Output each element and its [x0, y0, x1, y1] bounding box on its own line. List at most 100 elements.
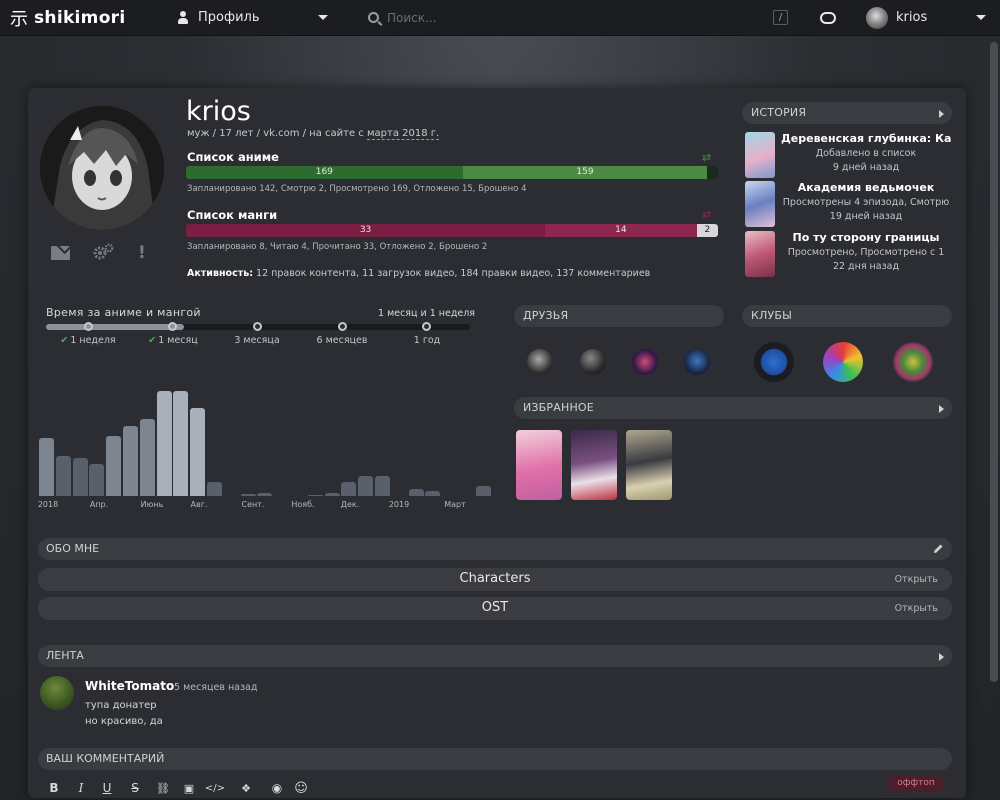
comment-author-name[interactable]: WhiteTomato: [85, 679, 174, 693]
profile-menu[interactable]: Профиль: [178, 10, 328, 25]
favorite-character[interactable]: [516, 430, 562, 500]
chart-x-tick: Апр.: [89, 500, 109, 509]
search-input[interactable]: Поиск...: [387, 11, 436, 25]
page-scrollbar[interactable]: [990, 42, 998, 682]
chart-bar[interactable]: [307, 495, 323, 496]
chart-bar[interactable]: [408, 489, 424, 496]
send-message-icon[interactable]: [51, 246, 70, 260]
manga-list-stats: Запланировано 8, Читаю 4, Прочитано 33, …: [187, 242, 488, 252]
anime-list-title[interactable]: Список аниме: [187, 150, 279, 164]
favorite-character[interactable]: [626, 430, 672, 500]
chart-bar[interactable]: [139, 419, 155, 496]
chevron-right-icon: [939, 405, 944, 413]
friend-avatar[interactable]: [684, 349, 710, 375]
anime-list-bar[interactable]: 169 159: [186, 166, 718, 179]
chevron-right-icon: [939, 653, 944, 661]
time-scale-dot: [84, 322, 93, 331]
search-icon: [368, 12, 379, 23]
underline-button[interactable]: U: [94, 781, 120, 795]
club-logo[interactable]: [823, 342, 863, 382]
settings-gears-icon[interactable]: [92, 243, 114, 261]
time-scale-dot: [338, 322, 347, 331]
list-bar-segment: 169: [186, 166, 463, 179]
favorite-character[interactable]: [571, 430, 617, 500]
manga-list-bar[interactable]: 33 14 2: [186, 224, 718, 237]
search-bar[interactable]: Поиск... /: [368, 10, 788, 25]
friend-avatar[interactable]: [527, 349, 553, 375]
image-icon[interactable]: ▣: [176, 782, 202, 795]
club-logo-css[interactable]: [754, 342, 794, 382]
friend-avatar[interactable]: [580, 349, 606, 375]
chart-x-tick: Нояб.: [291, 500, 315, 509]
chart-bar[interactable]: [190, 408, 206, 496]
bold-button[interactable]: B: [40, 781, 68, 795]
strike-button[interactable]: S: [120, 781, 150, 795]
chart-bar[interactable]: [55, 456, 71, 496]
favorites-header[interactable]: ИЗБРАННОЕ: [514, 397, 952, 419]
chart-x-tick: Март: [444, 500, 466, 509]
offtop-toggle[interactable]: оффтоп: [887, 776, 945, 791]
chart-bar[interactable]: [72, 458, 88, 496]
chart-x-tick: Сент.: [241, 500, 265, 509]
check-icon: ✔: [148, 335, 157, 346]
friend-avatar[interactable]: [632, 349, 658, 375]
chart-bar[interactable]: [375, 476, 390, 496]
chart-x-tick: 2019: [388, 500, 410, 509]
upload-icon[interactable]: ❖: [228, 782, 264, 795]
chart-bar[interactable]: [106, 436, 122, 496]
friends-header[interactable]: ДРУЗЬЯ: [514, 305, 724, 327]
list-bar-segment: 14: [545, 224, 697, 237]
spoiler-characters[interactable]: Characters Открыть: [38, 568, 952, 591]
registration-date[interactable]: марта 2018 г.: [366, 128, 440, 140]
chart-bar[interactable]: [475, 486, 491, 496]
chart-bar[interactable]: [257, 493, 273, 496]
profile-avatar: [40, 106, 164, 230]
time-scale-dot: [168, 322, 177, 331]
feed-header[interactable]: ЛЕНТА: [38, 645, 952, 667]
check-icon: ✔: [60, 335, 69, 346]
chart-bar[interactable]: [89, 464, 105, 496]
history-header[interactable]: ИСТОРИЯ: [742, 102, 952, 124]
comment-text-line: но красиво, да: [85, 716, 163, 727]
spoiler-ost[interactable]: OST Открыть: [38, 597, 952, 620]
manga-list-title[interactable]: Список манги: [187, 208, 277, 222]
time-spent-title: Время за аниме и мангой: [46, 306, 201, 319]
time-scale-label: ✔ 1 неделя: [60, 335, 116, 346]
chart-bar[interactable]: [39, 438, 54, 496]
history-item[interactable]: По ту сторону границы Просмотрено, Просм…: [745, 231, 951, 277]
link-icon[interactable]: ⛓: [150, 782, 176, 795]
messages-icon[interactable]: [820, 11, 836, 24]
chart-bar[interactable]: [425, 491, 441, 496]
italic-button[interactable]: I: [68, 781, 94, 795]
chart-bar[interactable]: [207, 482, 222, 496]
chart-bar[interactable]: [324, 493, 340, 496]
compare-anime-icon[interactable]: ⇄: [702, 151, 711, 164]
open-spoiler-link[interactable]: Открыть: [895, 603, 938, 614]
compare-manga-icon[interactable]: ⇄: [702, 208, 711, 221]
chart-bar[interactable]: [123, 426, 138, 496]
chart-bar[interactable]: [358, 476, 374, 496]
report-icon[interactable]: !: [138, 243, 146, 263]
clubs-header[interactable]: КЛУБЫ: [742, 305, 952, 327]
edit-pencil-icon[interactable]: [932, 543, 944, 555]
user-avatar: [866, 6, 888, 29]
list-bar-segment: [707, 166, 718, 179]
chart-bar[interactable]: [156, 391, 172, 496]
site-logo[interactable]: 示 shikimori: [10, 5, 150, 31]
smiley-icon[interactable]: ☺: [290, 781, 312, 796]
history-item[interactable]: Деревенская глубинка: Ка... Добавлено в …: [745, 132, 951, 178]
user-menu[interactable]: krios: [866, 6, 986, 29]
chart-bar[interactable]: [341, 482, 357, 496]
spoiler-icon[interactable]: ◉: [264, 781, 290, 795]
history-thumbnail: [745, 181, 775, 227]
chart-x-tick: 2018: [37, 500, 59, 509]
open-spoiler-link[interactable]: Открыть: [895, 574, 938, 585]
chart-bar[interactable]: [240, 494, 256, 496]
user-menu-name: krios: [896, 10, 928, 25]
chart-bar[interactable]: [173, 391, 189, 496]
comment-author-avatar[interactable]: [40, 676, 74, 710]
history-item[interactable]: Академия ведьмочек Просмотрены 4 эпизода…: [745, 181, 951, 227]
club-logo[interactable]: [893, 342, 933, 382]
code-icon[interactable]: </>: [202, 783, 228, 794]
history-thumbnail: [745, 132, 775, 178]
